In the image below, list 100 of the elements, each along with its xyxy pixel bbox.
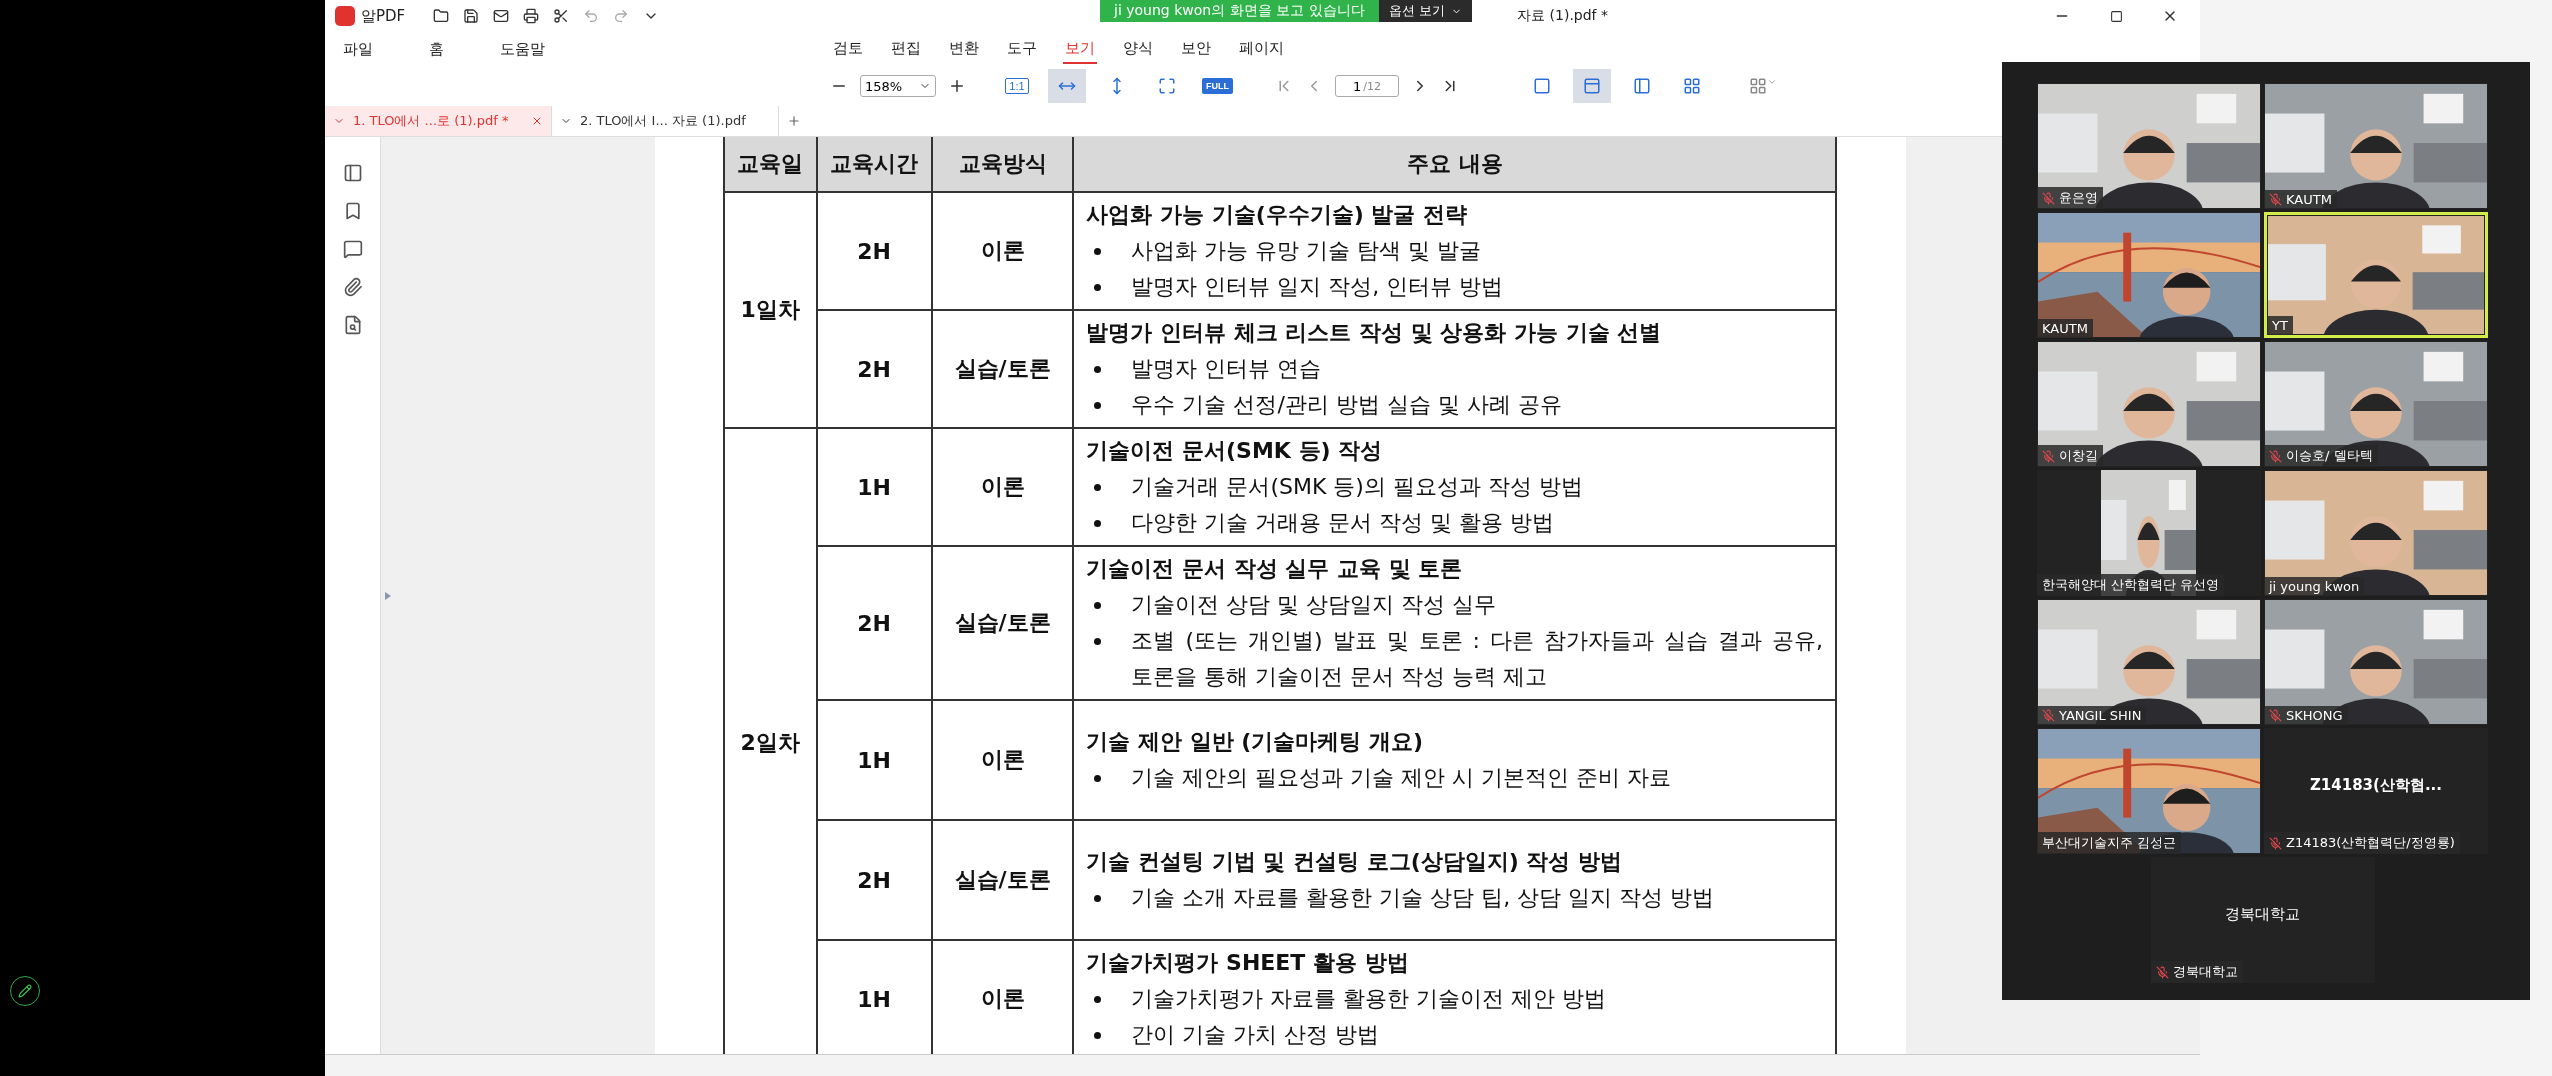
- bullet-text: 조별 (또는 개인별) 발표 및 토론 : 다른 참가자들과 실습 결과 공유, 토론을 통해 기술이전 문서 작성 능력 제고: [1131, 627, 1823, 691]
- bullet-icon: [1094, 484, 1102, 491]
- bullet-text: 다양한 기술 거래용 문서 작성 및 활용 방법: [1131, 509, 1555, 537]
- ribbon-tab[interactable]: 페이지: [1237, 34, 1286, 64]
- two-page-icon: [1633, 77, 1651, 95]
- document-tab[interactable]: 1. TLO에서 ...로 (1).pdf *: [325, 106, 552, 136]
- bullet-text: 기술이전 상담 및 상담일지 작성 실무: [1131, 591, 1497, 619]
- comment-icon[interactable]: [342, 239, 363, 259]
- session-title: 기술 제안 일반 (기술마케팅 개요): [1086, 728, 1425, 756]
- share-banner: ji young kwon의 화면을 보고 있습니다: [1100, 0, 1379, 22]
- session-title: 기술이전 문서(SMK 등) 작성: [1086, 437, 1384, 465]
- zoom-in-icon[interactable]: [948, 77, 966, 95]
- options-button[interactable]: 옵션 보기: [1378, 0, 1472, 22]
- bullet-icon: [1094, 366, 1102, 373]
- table-cell: 실습/토론: [931, 820, 1074, 940]
- menu-item[interactable]: 파일: [343, 39, 373, 59]
- column-header: 교육방식: [931, 137, 1074, 192]
- bullet-text: 기술 소개 자료를 활용한 기술 상담 팁, 상담 일지 작성 방법: [1131, 884, 1715, 912]
- page-field[interactable]: 1/12: [1335, 75, 1399, 97]
- bullet-text: 발명자 인터뷰 연습: [1131, 355, 1322, 383]
- table-cell: 이론: [931, 700, 1074, 820]
- table-cell: 2H: [816, 310, 932, 428]
- table-cell: 실습/토론: [931, 310, 1074, 428]
- bullet-text: 발명자 인터뷰 일지 작성, 인터뷰 방법: [1131, 273, 1504, 301]
- fit-button[interactable]: 1:1: [998, 69, 1036, 103]
- fit-page-icon: [1158, 77, 1176, 95]
- fit-mode-button[interactable]: [1048, 69, 1086, 103]
- bullet-icon: [1094, 284, 1102, 291]
- ribbon-tab[interactable]: 양식: [1121, 34, 1155, 64]
- ribbon-tab[interactable]: 보기: [1063, 34, 1097, 64]
- bullet-icon: [1094, 602, 1102, 609]
- participant-name: KAUTM: [2042, 321, 2088, 336]
- bullet-text: 기술거래 문서(SMK 등)의 필요성과 작성 방법: [1131, 473, 1583, 501]
- menu-item[interactable]: 홈: [429, 39, 444, 59]
- single-page-icon: [1533, 77, 1551, 95]
- window-title: 자료 (1).pdf *: [1517, 7, 1608, 25]
- grid-icon: [1683, 77, 1701, 95]
- session-title: 기술가치평가 SHEET 활용 방법: [1086, 949, 1410, 977]
- ribbon-tab[interactable]: 변환: [947, 34, 981, 64]
- participant-name: 이창길: [2059, 447, 2098, 465]
- bullet-text: 간이 기술 가치 산정 방법: [1131, 1021, 1380, 1049]
- bullet-icon: [1094, 1032, 1102, 1039]
- bullet-text: 우수 기술 선정/관리 방법 실습 및 사례 공유: [1131, 391, 1562, 419]
- folder-icon[interactable]: [433, 8, 450, 24]
- participant-name: 한국해양대 산학협력단 유선영: [2042, 576, 2220, 594]
- zoom-select[interactable]: 158%: [860, 75, 936, 97]
- mail-icon[interactable]: [493, 8, 510, 24]
- bullet-icon: [1094, 402, 1102, 409]
- participant-name: 부산대기술지주 김성근: [2042, 834, 2177, 852]
- session-title: 사업화 가능 기술(우수기술) 발굴 전략: [1086, 201, 1469, 229]
- participant-name: ji young kwon: [2269, 579, 2360, 594]
- table-cell: 이론: [931, 192, 1074, 310]
- ribbon-tab[interactable]: 도구: [1005, 34, 1039, 64]
- app-name: 알PDF: [361, 6, 406, 26]
- participant-name: YT: [2272, 318, 2288, 333]
- paperclip-icon[interactable]: [342, 277, 363, 297]
- session-title: 기술이전 문서 작성 실무 교육 및 토론: [1086, 555, 1464, 583]
- session-title: 기술 컨설팅 기법 및 컨설팅 로그(상담일지) 작성 방법: [1086, 848, 1624, 876]
- bullet-text: 기술 제안의 필요성과 기술 제안 시 기본적인 준비 자료: [1131, 764, 1672, 792]
- participant-name: SKHONG: [2286, 708, 2343, 723]
- session-title: 발명가 인터뷰 체크 리스트 작성 및 상용화 가능 기술 선별: [1086, 319, 1663, 347]
- participant-display-name: 경북대학교: [2224, 905, 2301, 924]
- participant-name: YANGIL SHIN: [2059, 708, 2142, 723]
- bullet-icon: [1094, 638, 1102, 645]
- participant-name: KAUTM: [2286, 192, 2332, 207]
- continuous-page-icon: [1583, 77, 1601, 95]
- menu-item[interactable]: 도움말: [500, 39, 545, 59]
- bullet-icon: [1094, 996, 1102, 1003]
- ribbon-tab[interactable]: 편집: [889, 34, 923, 64]
- column-header: 교육시간: [816, 137, 932, 192]
- save-icon[interactable]: [463, 8, 480, 24]
- column-header: 교육일: [724, 137, 817, 192]
- ribbon-tab[interactable]: 보안: [1179, 34, 1213, 64]
- bullet-icon: [1094, 520, 1102, 527]
- layout-icon[interactable]: [1749, 77, 1777, 95]
- bullet-text: 사업화 가능 유망 기술 탐색 및 발굴: [1131, 237, 1482, 265]
- column-header: 주요 내용: [1073, 137, 1836, 192]
- table-cell: 실습/토론: [931, 546, 1074, 700]
- expand-icon[interactable]: [385, 591, 391, 600]
- view-mode-button[interactable]: [1573, 69, 1611, 103]
- bullet-icon: [1094, 248, 1102, 255]
- bullet-icon: [1094, 895, 1102, 902]
- table-cell: 2H: [816, 192, 932, 310]
- table-cell: 1H: [816, 700, 932, 820]
- table-cell: 이론: [931, 428, 1074, 546]
- ribbon-tab[interactable]: 검토: [831, 34, 865, 64]
- bullet-text: 기술가치평가 자료를 활용한 기술이전 제안 방법: [1131, 985, 1607, 1013]
- fit-button[interactable]: FULL: [1198, 69, 1237, 103]
- table-cell: 2H: [816, 546, 932, 700]
- table-cell: 2H: [816, 820, 932, 940]
- printer-icon[interactable]: [523, 8, 540, 24]
- bullet-icon: [1094, 775, 1102, 782]
- table-cell: 1일차: [724, 192, 817, 428]
- table-cell: 1H: [816, 428, 932, 546]
- scissors-icon[interactable]: [553, 8, 570, 24]
- app-logo-icon: [335, 6, 355, 26]
- participant-display-name: Z14183(산학협...: [2309, 776, 2443, 795]
- participant-name: 윤은영: [2059, 189, 2098, 207]
- panel-icon[interactable]: [342, 163, 363, 183]
- participant-name: Z14183(산학협력단/정영룡): [2286, 834, 2455, 852]
